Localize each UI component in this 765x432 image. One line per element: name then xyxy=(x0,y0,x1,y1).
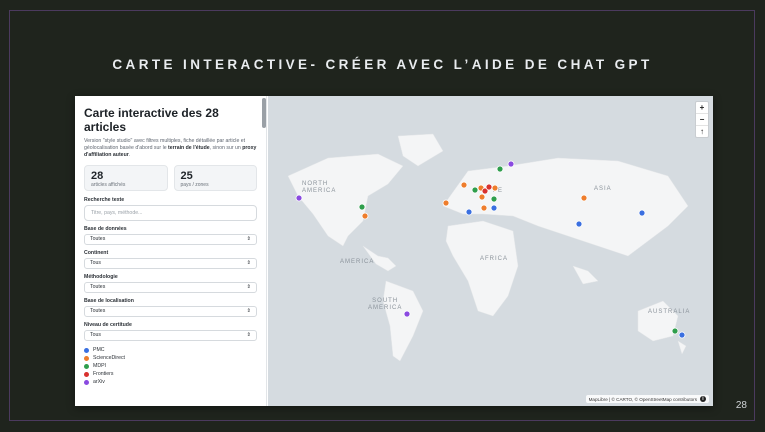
article-marker[interactable] xyxy=(507,160,515,168)
article-marker[interactable] xyxy=(460,181,468,189)
chevron-updown-icon: ⇕ xyxy=(246,260,251,266)
article-marker[interactable] xyxy=(471,186,479,194)
chevron-updown-icon: ⇕ xyxy=(246,308,251,314)
slide-title: CARTE INTERACTIVE- CRÉER AVEC L’AIDE DE … xyxy=(112,57,653,72)
chevron-updown-icon: ⇕ xyxy=(246,332,251,338)
zoom-in-button[interactable]: + xyxy=(696,102,708,114)
article-marker[interactable] xyxy=(671,327,679,335)
article-marker[interactable] xyxy=(478,193,486,201)
article-marker[interactable] xyxy=(485,183,493,191)
filter-label-certainty: Niveau de certitude xyxy=(84,322,132,328)
article-marker[interactable] xyxy=(358,203,366,211)
select-continent[interactable]: Tous ⇕ xyxy=(84,258,257,269)
filter-panel: Carte interactive des 28 articles Versio… xyxy=(75,96,267,406)
stat-articles: 28 articles affichés xyxy=(84,165,168,191)
filter-label-methodology: Méthodologie xyxy=(84,274,118,280)
app-window: Carte interactive des 28 articles Versio… xyxy=(75,96,713,406)
article-marker[interactable] xyxy=(442,199,450,207)
legend-item-frontiers: Frontiers xyxy=(84,370,257,378)
panel-scrollbar[interactable] xyxy=(262,98,266,128)
filter-label-continent: Continent xyxy=(84,250,109,256)
chevron-updown-icon: ⇕ xyxy=(246,284,251,290)
panel-title: Carte interactive des 28 articles xyxy=(84,106,219,134)
article-marker[interactable] xyxy=(496,165,504,173)
article-marker[interactable] xyxy=(491,184,499,192)
article-marker[interactable] xyxy=(480,204,488,212)
map-attribution: MapLibre | © CARTO, © OpenStreetMap cont… xyxy=(585,395,709,403)
article-marker[interactable] xyxy=(465,208,473,216)
compass-icon[interactable]: ↑ xyxy=(696,126,708,137)
filter-label-database: Base de données xyxy=(84,226,127,232)
panel-description: Version "style studio" avec filtres mult… xyxy=(84,138,257,158)
world-map[interactable]: NORTH AMERICA PE ASIA AFRICA AMERICA SOUT… xyxy=(268,96,713,406)
filter-label-location-basis: Base de localisation xyxy=(84,298,134,304)
legend-dot-icon xyxy=(84,371,89,377)
slide-number: 28 xyxy=(735,400,747,411)
legend-dot-icon xyxy=(84,347,89,353)
stat-countries: 25 pays / zones xyxy=(173,165,257,191)
legend-item-sciencedirect: ScienceDirect xyxy=(84,354,257,362)
info-icon[interactable]: i xyxy=(700,396,706,402)
legend-dot-icon xyxy=(84,379,89,385)
legend-item-arxiv: arXiv xyxy=(84,378,257,386)
article-marker[interactable] xyxy=(403,310,411,318)
legend-item-pmc: PMC xyxy=(84,346,257,354)
select-certainty[interactable]: Tous ⇕ xyxy=(84,330,257,341)
legend-dot-icon xyxy=(84,355,89,361)
zoom-controls: + − ↑ xyxy=(695,101,709,138)
chevron-updown-icon: ⇕ xyxy=(246,236,251,242)
article-marker[interactable] xyxy=(580,194,588,202)
legend-item-mdpi: MDPI xyxy=(84,362,257,370)
article-marker[interactable] xyxy=(295,194,303,202)
search-input[interactable]: Titre, pays, méthode... xyxy=(84,205,257,221)
zoom-out-button[interactable]: − xyxy=(696,114,708,126)
map-markers xyxy=(295,160,686,339)
select-location-basis[interactable]: Toutes ⇕ xyxy=(84,306,257,317)
select-methodology[interactable]: Toutes ⇕ xyxy=(84,282,257,293)
search-label: Recherche texte xyxy=(84,197,125,203)
article-marker[interactable] xyxy=(490,195,498,203)
article-marker[interactable] xyxy=(638,209,646,217)
article-marker[interactable] xyxy=(361,212,369,220)
legend-dot-icon xyxy=(84,363,89,369)
article-marker[interactable] xyxy=(490,204,498,212)
article-marker[interactable] xyxy=(678,331,686,339)
article-marker[interactable] xyxy=(575,220,583,228)
select-database[interactable]: Toutes ⇕ xyxy=(84,234,257,245)
